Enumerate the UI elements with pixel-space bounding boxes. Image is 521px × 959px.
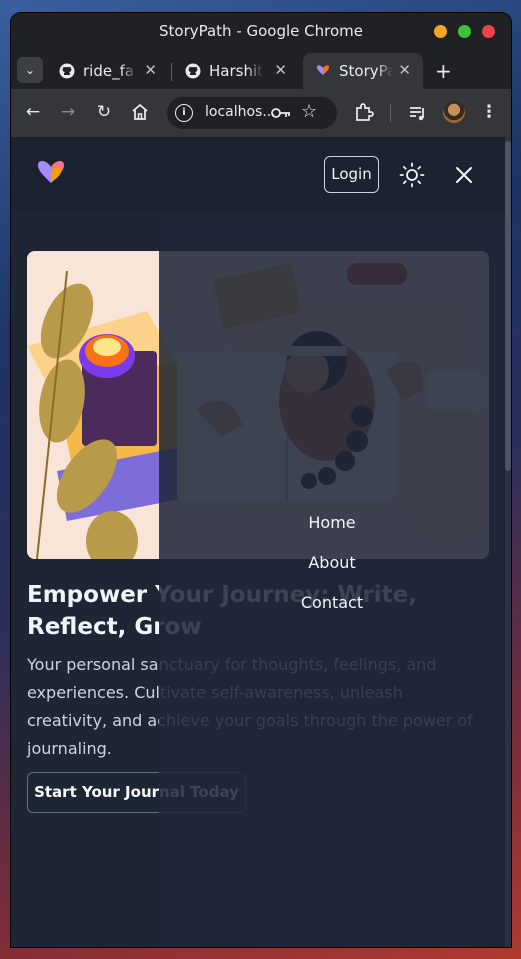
more-menu-icon[interactable]: ⋮ bbox=[478, 101, 500, 123]
login-button[interactable]: Login bbox=[324, 156, 379, 193]
new-tab-icon[interactable]: + bbox=[435, 59, 452, 83]
close-tab-icon[interactable]: ✕ bbox=[274, 61, 287, 79]
site-navbar: Login bbox=[11, 137, 505, 211]
browser-window: StoryPath - Google Chrome ⌄ ride_fa ✕ Ha… bbox=[11, 13, 511, 947]
mobile-menu-overlay: Home About Contact bbox=[159, 211, 505, 947]
browser-toolbar: ← → ↻ i localhos... ☆ ⋮ bbox=[11, 89, 511, 137]
site-info-icon[interactable]: i bbox=[175, 104, 193, 122]
tab-label: ride_fa bbox=[83, 62, 135, 80]
storypath-logo[interactable] bbox=[35, 157, 67, 189]
tab-harshit[interactable]: Harshit ✕ bbox=[173, 53, 299, 89]
reload-icon[interactable]: ↻ bbox=[93, 101, 115, 123]
tab-search-button[interactable]: ⌄ bbox=[17, 57, 43, 83]
close-tab-icon[interactable]: ✕ bbox=[398, 61, 411, 79]
extensions-icon[interactable] bbox=[353, 101, 375, 123]
minimize-button[interactable] bbox=[434, 25, 447, 38]
key-icon[interactable] bbox=[271, 106, 291, 120]
menu-item-contact[interactable]: Contact bbox=[159, 593, 505, 633]
home-icon[interactable] bbox=[130, 102, 150, 122]
web-page: Login Empower Reflect, Your personal exp… bbox=[11, 137, 511, 947]
tab-divider bbox=[171, 63, 172, 81]
scrollbar[interactable] bbox=[505, 137, 511, 947]
bookmark-star-icon[interactable]: ☆ bbox=[301, 101, 317, 122]
forward-icon[interactable]: → bbox=[57, 101, 79, 123]
chevron-down-icon: ⌄ bbox=[24, 63, 36, 77]
media-controls-icon[interactable] bbox=[407, 102, 429, 124]
maximize-button[interactable] bbox=[458, 25, 471, 38]
github-icon bbox=[185, 63, 201, 79]
sun-icon[interactable] bbox=[399, 162, 425, 188]
close-window-button[interactable] bbox=[482, 25, 495, 38]
tab-label: Harshit bbox=[209, 62, 263, 80]
tab-strip: ⌄ ride_fa ✕ Harshit ✕ StoryPa ✕ + bbox=[11, 49, 511, 89]
github-icon bbox=[59, 63, 75, 79]
title-bar: StoryPath - Google Chrome bbox=[11, 13, 511, 49]
tab-label: StoryPa bbox=[339, 62, 393, 80]
close-tab-icon[interactable]: ✕ bbox=[144, 61, 157, 79]
address-bar[interactable]: i localhos... ☆ bbox=[167, 97, 337, 129]
mobile-menu: Home About Contact bbox=[159, 513, 505, 633]
menu-item-about[interactable]: About bbox=[159, 553, 505, 593]
toolbar-divider bbox=[390, 104, 391, 122]
storypath-favicon bbox=[317, 65, 329, 75]
url-text[interactable]: localhos... bbox=[205, 104, 276, 120]
profile-avatar[interactable] bbox=[443, 101, 465, 123]
tab-storypath[interactable]: StoryPa ✕ bbox=[303, 53, 423, 89]
back-icon[interactable]: ← bbox=[22, 101, 44, 123]
menu-item-home[interactable]: Home bbox=[159, 513, 505, 553]
scrollbar-thumb[interactable] bbox=[505, 141, 511, 471]
tab-ride-fa[interactable]: ride_fa ✕ bbox=[47, 53, 169, 89]
close-icon[interactable] bbox=[453, 164, 475, 186]
